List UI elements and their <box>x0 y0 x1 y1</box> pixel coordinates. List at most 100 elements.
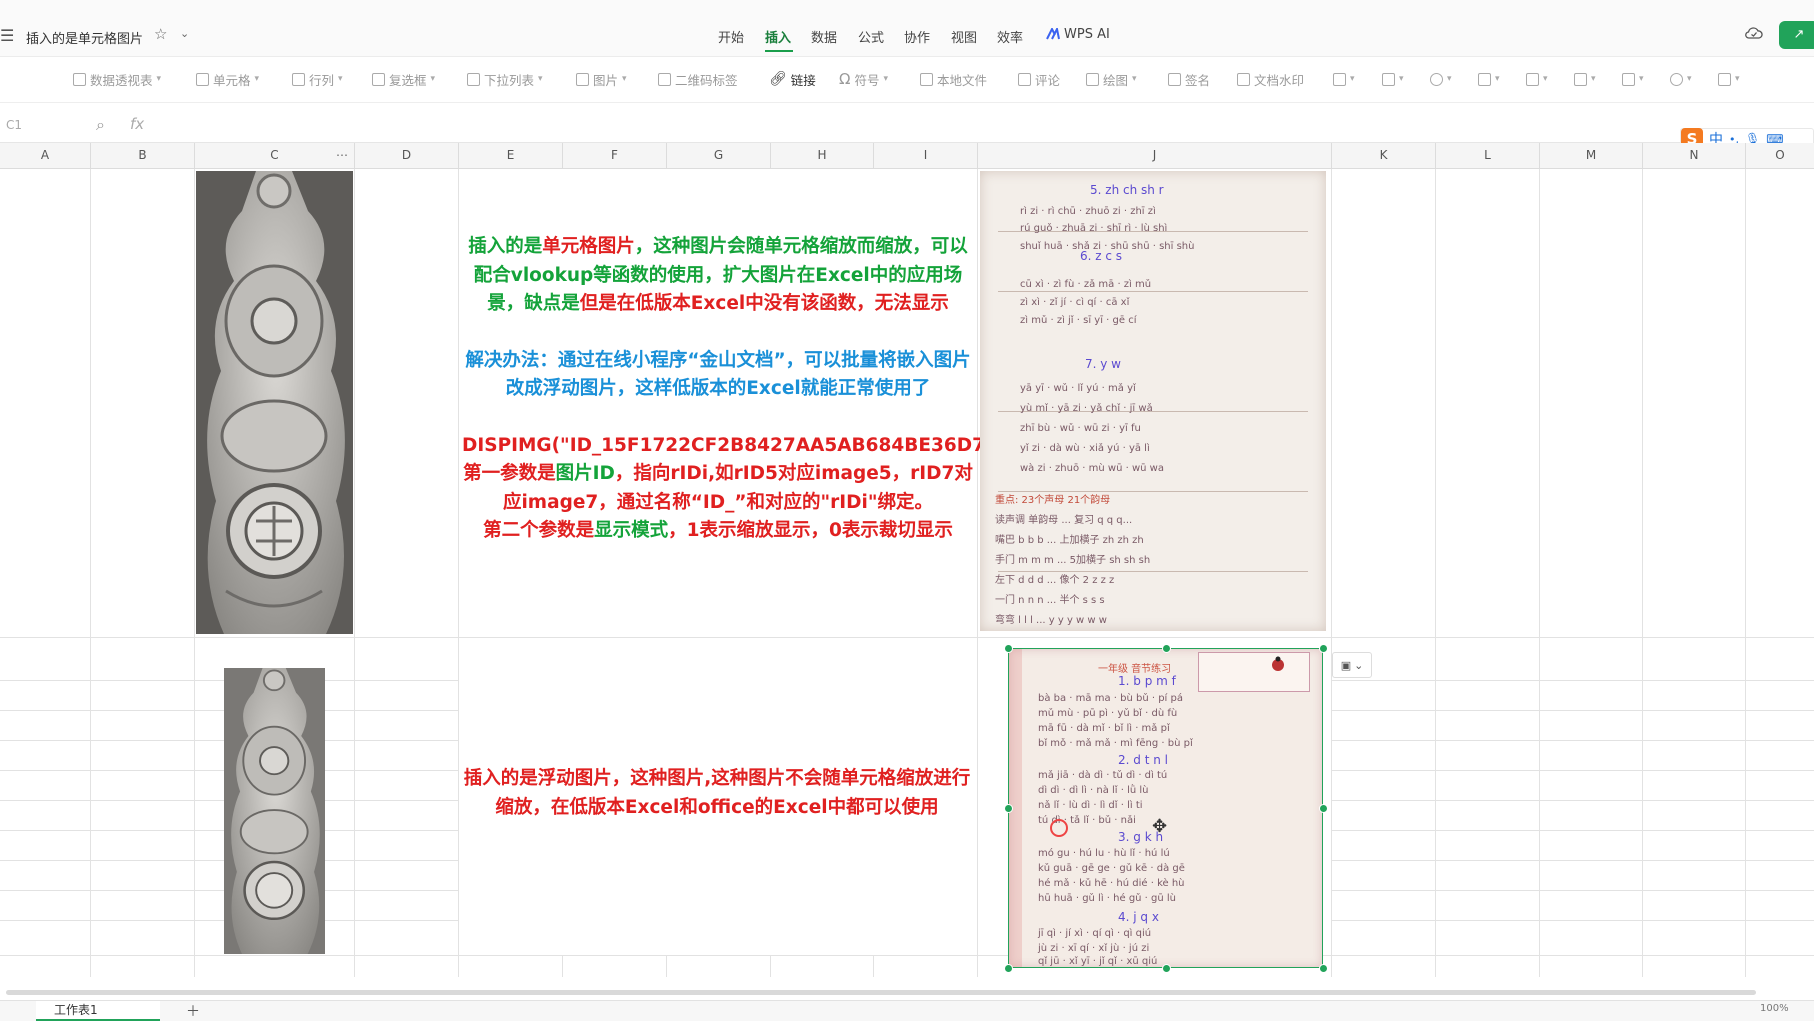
rows-columns-button[interactable]: 行列 ▾ <box>292 69 343 89</box>
drawing-button[interactable]: 绘图 ▾ <box>1086 69 1137 89</box>
ribbon-label: 绘图 <box>1103 72 1129 88</box>
share-button[interactable]: ↗ <box>1779 21 1814 49</box>
resize-handle[interactable] <box>1162 644 1171 653</box>
menu-collab[interactable]: 协作 <box>904 27 930 46</box>
line-chart-icon <box>1382 72 1395 86</box>
column-header-o[interactable]: O <box>1746 143 1814 168</box>
checkbox-button[interactable]: 复选框 ▾ <box>372 69 435 89</box>
ribbon-label: 文档水印 <box>1254 72 1305 88</box>
column-header-n[interactable]: N <box>1643 143 1746 168</box>
name-box[interactable]: C1 <box>6 118 22 132</box>
local-file-button[interactable]: 本地文件 <box>920 69 987 89</box>
chart-button[interactable]: ▾ <box>1333 69 1355 89</box>
line-chart-button[interactable]: ▾ <box>1382 69 1404 89</box>
add-sheet-icon[interactable]: ＋ <box>186 1001 200 1021</box>
document-title[interactable]: 插入的是单元格图片 <box>26 28 143 47</box>
fx-icon[interactable]: fx <box>130 115 144 133</box>
file-icon <box>920 72 933 86</box>
sheet-tab[interactable]: 工作表1 <box>36 1001 160 1021</box>
grid-line <box>873 956 874 977</box>
ribbon-label: 数据透视表 <box>90 72 153 88</box>
column-header-j[interactable]: J <box>978 143 1332 168</box>
qrcode-label-button[interactable]: 二维码标签 <box>658 69 738 89</box>
grid-line <box>1331 710 1814 711</box>
menu-insert[interactable]: 插入 <box>765 27 791 46</box>
signature-button[interactable]: 签名 <box>1168 69 1210 89</box>
menu-data[interactable]: 数据 <box>811 27 837 46</box>
column-header-i[interactable]: I <box>874 143 978 168</box>
grid-line <box>562 956 563 977</box>
menu-efficiency[interactable]: 效率 <box>997 27 1023 46</box>
pie-chart-button[interactable]: ▾ <box>1430 69 1452 89</box>
menu-formula[interactable]: 公式 <box>858 27 884 46</box>
chevron-down-icon[interactable]: ⌄ <box>180 27 189 40</box>
pie-chart-icon <box>1430 72 1443 86</box>
cell-picture-handwriting-sheet[interactable]: 5. zh ch sh r 6. z c s 7. y w rì zi · rì… <box>980 171 1326 631</box>
column-header-h[interactable]: H <box>771 143 874 168</box>
cell-text-floating[interactable]: 插入的是浮动图片，这种图片,这种图片不会随单元格缩放进行缩放，在低版本Excel… <box>460 765 974 822</box>
picture-button[interactable]: 图片 ▾ <box>576 69 627 89</box>
horizontal-scrollbar[interactable] <box>6 990 1756 995</box>
more-chart-button[interactable]: ▾ <box>1718 69 1740 89</box>
dropdown-list-button[interactable]: 下拉列表 ▾ <box>467 69 543 89</box>
cell-button[interactable]: 单元格 ▾ <box>196 69 259 89</box>
column-header-g[interactable]: G <box>667 143 771 168</box>
comment-button[interactable]: 评论 <box>1018 69 1060 89</box>
bar-h-chart-button[interactable]: ▾ <box>1478 69 1500 89</box>
menu-start[interactable]: 开始 <box>718 27 744 46</box>
sheet-tab-bar: 工作表1 ＋ 100% <box>0 1000 1814 1021</box>
grid-line <box>1435 169 1436 977</box>
resize-handle[interactable] <box>1319 644 1328 653</box>
grid-line <box>1331 169 1332 977</box>
menu-wps-ai[interactable]: WPS AI <box>1064 27 1110 42</box>
menu-icon[interactable]: ☰ <box>0 26 14 45</box>
resize-handle[interactable] <box>1162 964 1171 973</box>
column-header-m[interactable]: M <box>1540 143 1643 168</box>
resize-handle[interactable] <box>1004 964 1013 973</box>
column-header-c[interactable]: C ⋯ <box>195 143 355 168</box>
ribbon-label: 复选框 <box>389 72 427 88</box>
resize-handle[interactable] <box>1004 804 1013 813</box>
paragraph-solution: 解决办法：通过在线小程序“金山文档”，可以批量将嵌入图片改成浮动图片，这样低版本… <box>465 349 971 400</box>
text-run: 第二个参数是 <box>483 520 595 541</box>
column-header-f[interactable]: F <box>563 143 667 168</box>
grid-line <box>1642 169 1643 977</box>
cell-picture-stone-carving[interactable] <box>196 171 353 634</box>
column-header-l[interactable]: L <box>1436 143 1540 168</box>
floating-picture-stone-carving[interactable] <box>224 668 325 954</box>
pivot-table-button[interactable]: 数据透视表 ▾ <box>73 69 161 89</box>
grid-line <box>1745 169 1746 977</box>
column-header-e[interactable]: E <box>459 143 563 168</box>
resize-handle[interactable] <box>1319 804 1328 813</box>
grid-line <box>1331 770 1814 771</box>
menu-view[interactable]: 视图 <box>951 27 977 46</box>
more-icon[interactable]: ⋯ <box>336 143 348 168</box>
omega-icon: Ω <box>839 70 851 88</box>
text-run: 但是在低版本Excel中没有该函数，无法显示 <box>579 293 949 314</box>
area-chart-button[interactable]: ▾ <box>1526 69 1548 89</box>
column-header-a[interactable]: A <box>0 143 91 168</box>
star-icon[interactable]: ☆ <box>154 25 167 43</box>
column-header-b[interactable]: B <box>91 143 195 168</box>
picture-options-button[interactable]: ▣ ⌄ <box>1332 652 1372 678</box>
zoom-icon[interactable]: ⌕ <box>96 115 105 135</box>
other-chart-button[interactable]: ▾ <box>1622 69 1644 89</box>
rows-columns-icon <box>292 72 305 86</box>
cloud-sync-icon[interactable] <box>1745 26 1763 40</box>
column-header-k[interactable]: K <box>1332 143 1436 168</box>
bar-chart-icon <box>1333 72 1346 86</box>
link-icon: 🔗︎ <box>769 71 787 87</box>
scatter-chart-button[interactable]: ▾ <box>1574 69 1596 89</box>
zoom-level[interactable]: 100% <box>1760 1003 1789 1014</box>
cell-text-explanation[interactable]: 插入的是单元格图片，这种图片会随单元格缩放而缩放，可以配合vlookup等函数的… <box>462 233 1063 546</box>
title-bar: ☰ 插入的是单元格图片 ☆ ⌄ 开始 插入 数据 公式 协作 视图 效率 WPS… <box>0 0 1814 57</box>
link-button[interactable]: 🔗︎ 链接 <box>769 69 816 89</box>
column-header-d[interactable]: D <box>355 143 459 168</box>
symbol-button[interactable]: Ω 符号 ▾ <box>839 69 888 89</box>
resize-handle[interactable] <box>1319 964 1328 973</box>
watermark-button[interactable]: 文档水印 <box>1237 69 1304 89</box>
resize-handle[interactable] <box>1004 644 1013 653</box>
selection-frame[interactable] <box>1008 648 1323 968</box>
dropdown-list-icon <box>467 72 480 86</box>
radar-chart-button[interactable]: ▾ <box>1670 69 1692 89</box>
